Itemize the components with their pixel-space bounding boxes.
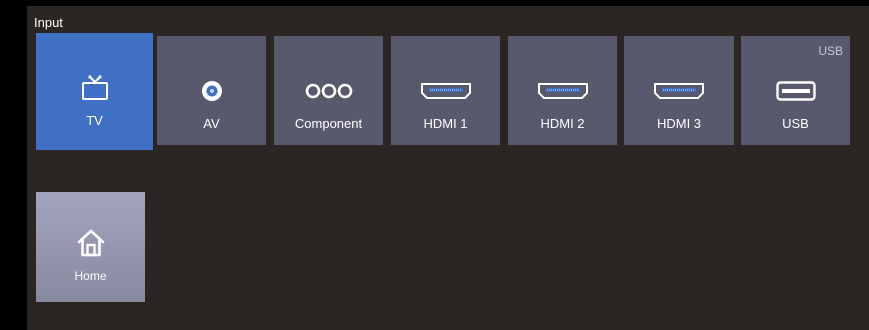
component-jacks-icon — [274, 78, 383, 104]
section-title: Input — [34, 15, 63, 30]
av-jack-icon — [157, 78, 266, 104]
input-screen: Input TV AV Component HDMI 1 HDMI 2 HDMI… — [27, 6, 869, 330]
input-tile-av[interactable]: AV — [157, 36, 266, 145]
input-tile-component[interactable]: Component — [274, 36, 383, 145]
hdmi-icon — [508, 78, 617, 104]
input-label-component: Component — [294, 116, 363, 131]
home-tile[interactable]: Home — [36, 192, 145, 302]
input-label-tv: TV — [86, 113, 103, 128]
input-tile-hdmi-2[interactable]: HDMI 2 — [508, 36, 617, 145]
input-label-hdmi-3: HDMI 3 — [656, 116, 702, 131]
input-label-hdmi-2: HDMI 2 — [540, 116, 585, 131]
home-icon — [36, 226, 145, 260]
usb-tag: USB — [818, 44, 843, 58]
usb-icon — [741, 78, 850, 104]
home-label: Home — [74, 269, 107, 283]
input-label-hdmi-1: HDMI 1 — [423, 116, 468, 131]
input-tile-hdmi-1[interactable]: HDMI 1 — [391, 36, 500, 145]
input-tile-usb[interactable]: USB USB — [741, 36, 850, 145]
input-tile-hdmi-3[interactable]: HDMI 3 — [624, 36, 734, 145]
input-tile-tv[interactable]: TV — [36, 33, 153, 150]
input-label-usb: USB — [782, 116, 809, 131]
tv-icon — [36, 75, 153, 101]
input-label-av: AV — [203, 116, 220, 131]
hdmi-icon — [624, 78, 734, 104]
hdmi-icon — [391, 78, 500, 104]
